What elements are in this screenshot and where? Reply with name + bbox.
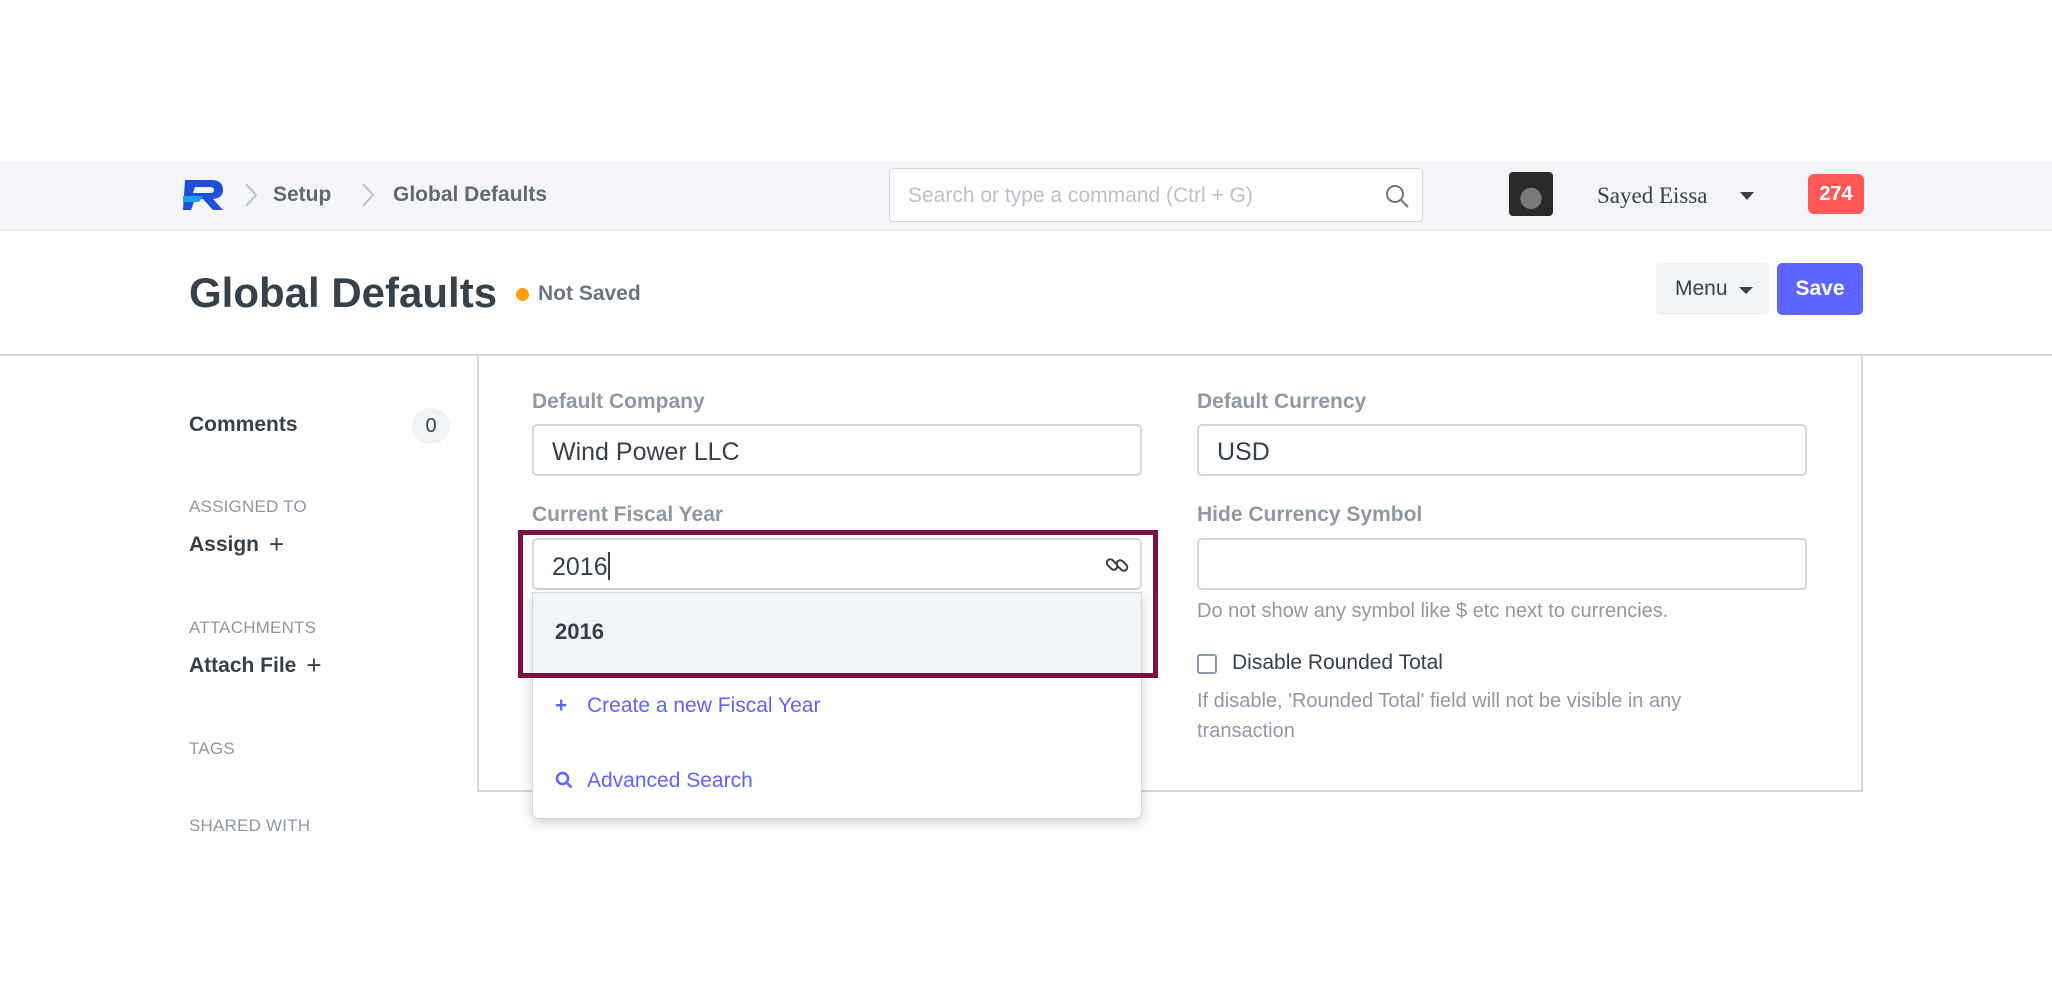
hide-currency-symbol-label: Hide Currency Symbol — [1197, 503, 1423, 526]
hide-currency-symbol-help: Do not show any symbol like $ etc next t… — [1197, 600, 1669, 622]
attachments-heading: ATTACHMENTS — [189, 618, 317, 637]
caret-down-icon[interactable] — [1740, 192, 1754, 200]
shared-with-heading: SHARED WITH — [189, 816, 311, 835]
current-fiscal-year-label: Current Fiscal Year — [532, 503, 724, 526]
advanced-search-label: Advanced Search — [587, 769, 753, 792]
search-icon[interactable] — [1384, 183, 1410, 209]
comments-link[interactable]: Comments — [189, 413, 298, 437]
notification-badge[interactable]: 274 — [1808, 174, 1864, 214]
save-button[interactable]: Save — [1777, 263, 1863, 315]
highlight-box — [518, 530, 1158, 678]
default-company-label: Default Company — [532, 390, 705, 413]
disable-rounded-total-checkbox[interactable] — [1197, 654, 1217, 674]
assign-button[interactable]: Assign + — [189, 529, 285, 559]
attach-file-button[interactable]: Attach File + — [189, 650, 322, 680]
plus-icon: + — [269, 529, 285, 559]
status-badge: Not Saved — [538, 282, 641, 305]
disable-rounded-total-help-line2: transaction — [1197, 720, 1295, 742]
tags-heading: TAGS — [189, 739, 235, 758]
disable-rounded-total-label[interactable]: Disable Rounded Total — [1232, 651, 1443, 675]
app-logo-icon[interactable] — [183, 178, 227, 212]
breadcrumb-setup[interactable]: Setup — [273, 181, 331, 209]
plus-icon: + — [306, 650, 322, 680]
status-indicator-dot — [516, 288, 529, 301]
chevron-right-icon — [362, 183, 375, 207]
caret-down-icon — [1739, 287, 1753, 294]
awesome-bar[interactable] — [889, 168, 1423, 222]
breadcrumb-global-defaults[interactable]: Global Defaults — [393, 181, 547, 209]
advanced-search-link[interactable]: Advanced Search — [555, 769, 753, 793]
hide-currency-symbol-field[interactable] — [1197, 538, 1807, 590]
default-company-value: Wind Power LLC — [552, 438, 740, 466]
plus-icon: + — [555, 694, 568, 717]
create-new-label: Create a new Fiscal Year — [587, 694, 821, 717]
default-currency-value: USD — [1217, 438, 1270, 466]
chevron-right-icon — [245, 183, 258, 207]
attach-file-label: Attach File — [189, 654, 297, 677]
assigned-to-heading: ASSIGNED TO — [189, 497, 307, 516]
disable-rounded-total-help-line1: If disable, 'Rounded Total' field will n… — [1197, 690, 1682, 712]
avatar[interactable] — [1509, 172, 1553, 216]
search-input[interactable] — [908, 183, 1368, 209]
assign-label: Assign — [189, 533, 260, 556]
user-name[interactable]: Sayed Eissa — [1597, 183, 1708, 209]
default-currency-label: Default Currency — [1197, 390, 1367, 413]
page: Setup Global Defaults Sayed Eissa 274 Gl… — [0, 0, 2052, 1008]
default-company-field[interactable]: Wind Power LLC — [532, 424, 1142, 476]
default-currency-field[interactable]: USD — [1197, 424, 1807, 476]
create-new-fiscal-year-link[interactable]: + Create a new Fiscal Year — [555, 694, 820, 718]
menu-label: Menu — [1675, 277, 1728, 300]
page-title: Global Defaults — [189, 269, 498, 316]
search-icon — [555, 771, 573, 789]
comments-count-badge: 0 — [412, 408, 450, 444]
